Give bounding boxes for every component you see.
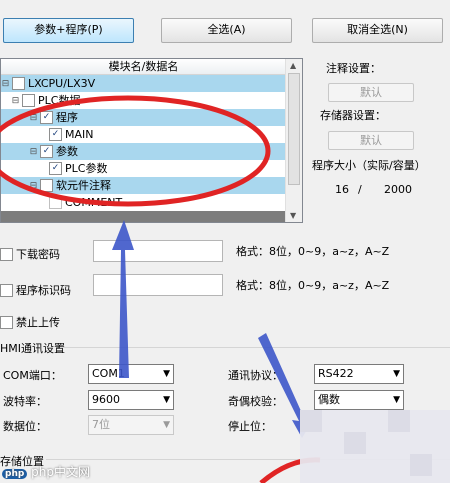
blur-tile xyxy=(344,432,366,454)
red-highlight-ellipse xyxy=(0,95,271,207)
watermark: php php中文网 xyxy=(2,463,90,480)
blur-tile xyxy=(388,410,410,432)
watermark-text: php中文网 xyxy=(31,465,90,479)
blue-arrow-up xyxy=(112,220,134,378)
blur-tile xyxy=(410,454,432,476)
blur-tile xyxy=(300,410,322,432)
php-logo-icon: php xyxy=(2,469,28,479)
annotation-overlay xyxy=(0,95,450,483)
